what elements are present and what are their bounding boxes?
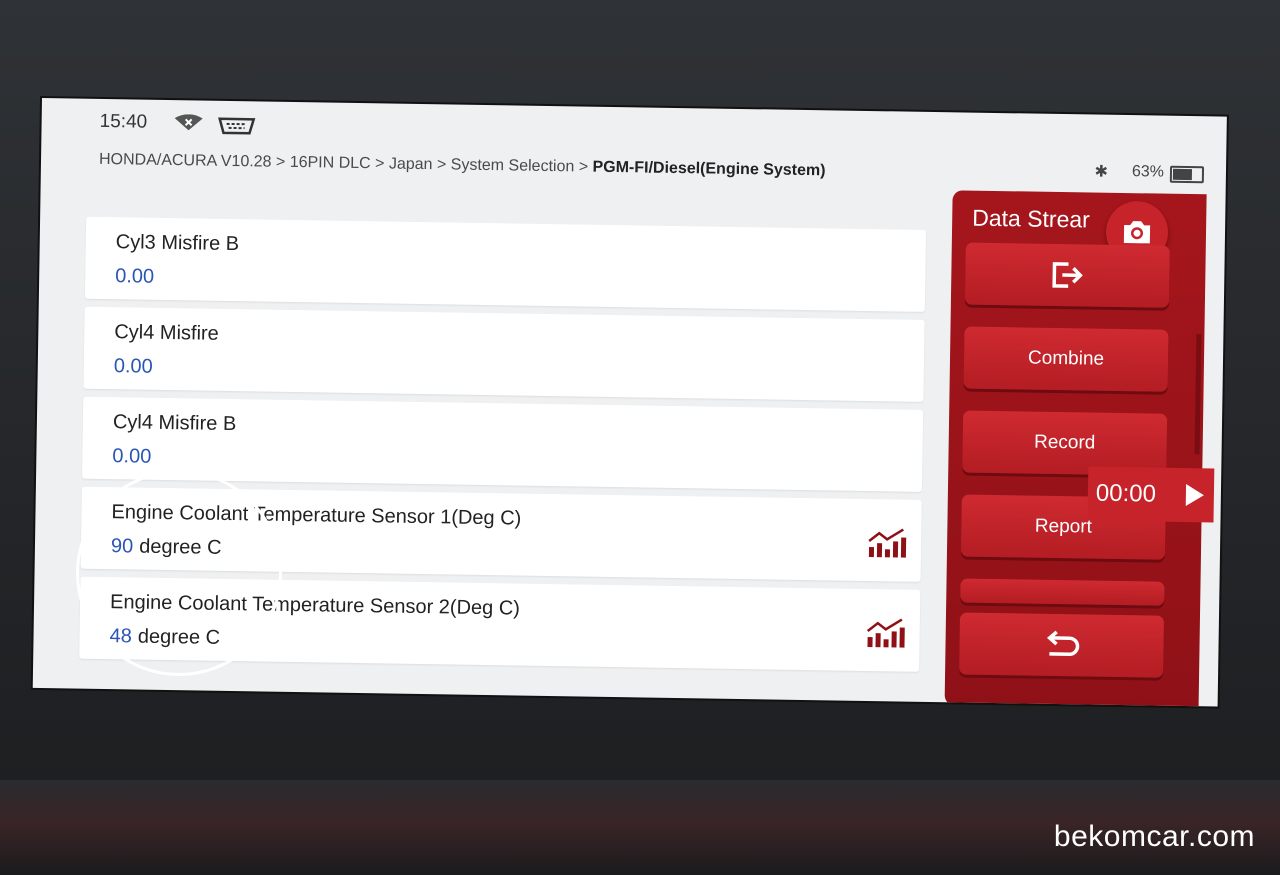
graph-icon[interactable]: [865, 617, 906, 655]
parameter-value: 0.00: [113, 355, 153, 378]
parameter-value: 0.00: [115, 265, 155, 288]
parameter-name: Cyl4 Misfire B: [112, 411, 237, 436]
parameter-value: 0.00: [112, 445, 152, 468]
wifi-off-icon: [173, 114, 203, 135]
exit-icon: [1050, 262, 1084, 288]
back-button[interactable]: [959, 612, 1165, 678]
data-stream-row[interactable]: Cyl3 Misfire B 0.00: [84, 216, 927, 312]
annotation-circle: [76, 470, 282, 676]
parameter-name: Cyl3 Misfire B: [115, 231, 240, 256]
clock: 15:40: [99, 110, 148, 133]
vci-connector-icon: [217, 117, 256, 141]
back-arrow-icon: [1041, 630, 1081, 656]
play-icon: [1185, 484, 1205, 507]
side-panel-title: Data Strear: [972, 204, 1091, 233]
hidden-button[interactable]: [960, 578, 1165, 606]
side-scrollbar[interactable]: [1194, 334, 1202, 455]
bluetooth-icon: ✱: [1094, 163, 1109, 181]
data-stream-row[interactable]: Cyl4 Misfire 0.00: [83, 306, 925, 402]
battery-icon: [1169, 165, 1205, 184]
watermark: bekomcar.com: [1053, 820, 1255, 853]
record-timer[interactable]: 00:00: [1087, 466, 1215, 523]
side-panel: Data Strear Combine Record Report: [944, 190, 1207, 707]
breadcrumb-current: PGM-FI/Diesel(Engine System): [592, 158, 826, 180]
parameter-name: Cyl4 Misfire: [114, 321, 219, 345]
timer-text: 00:00: [1095, 479, 1157, 508]
exit-button[interactable]: [964, 242, 1170, 308]
combine-button[interactable]: Combine: [963, 326, 1169, 392]
battery-percent: 63%: [1131, 163, 1165, 181]
breadcrumb-path: HONDA/ACURA V10.28 > 16PIN DLC > Japan >…: [98, 150, 593, 176]
graph-icon[interactable]: [867, 527, 908, 565]
record-button[interactable]: Record: [962, 410, 1168, 476]
